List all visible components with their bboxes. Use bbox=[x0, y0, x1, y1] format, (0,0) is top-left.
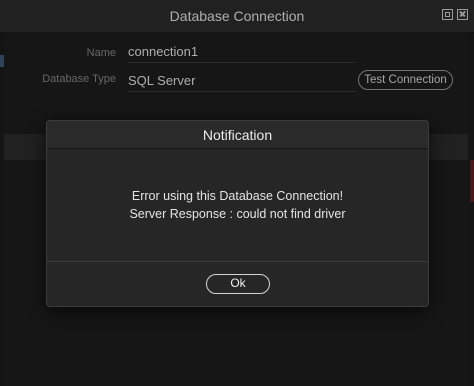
server-response-message: Server Response : could not find driver bbox=[129, 207, 346, 221]
dialog-body: Error using this Database Connection! Se… bbox=[47, 149, 428, 261]
ok-button[interactable]: Ok bbox=[206, 274, 270, 294]
notification-dialog: Notification Error using this Database C… bbox=[46, 120, 429, 307]
error-message: Error using this Database Connection! bbox=[131, 189, 344, 203]
dialog-title: Notification bbox=[202, 126, 273, 143]
dialog-header: Notification bbox=[47, 121, 428, 149]
dialog-footer: Ok bbox=[47, 261, 428, 307]
